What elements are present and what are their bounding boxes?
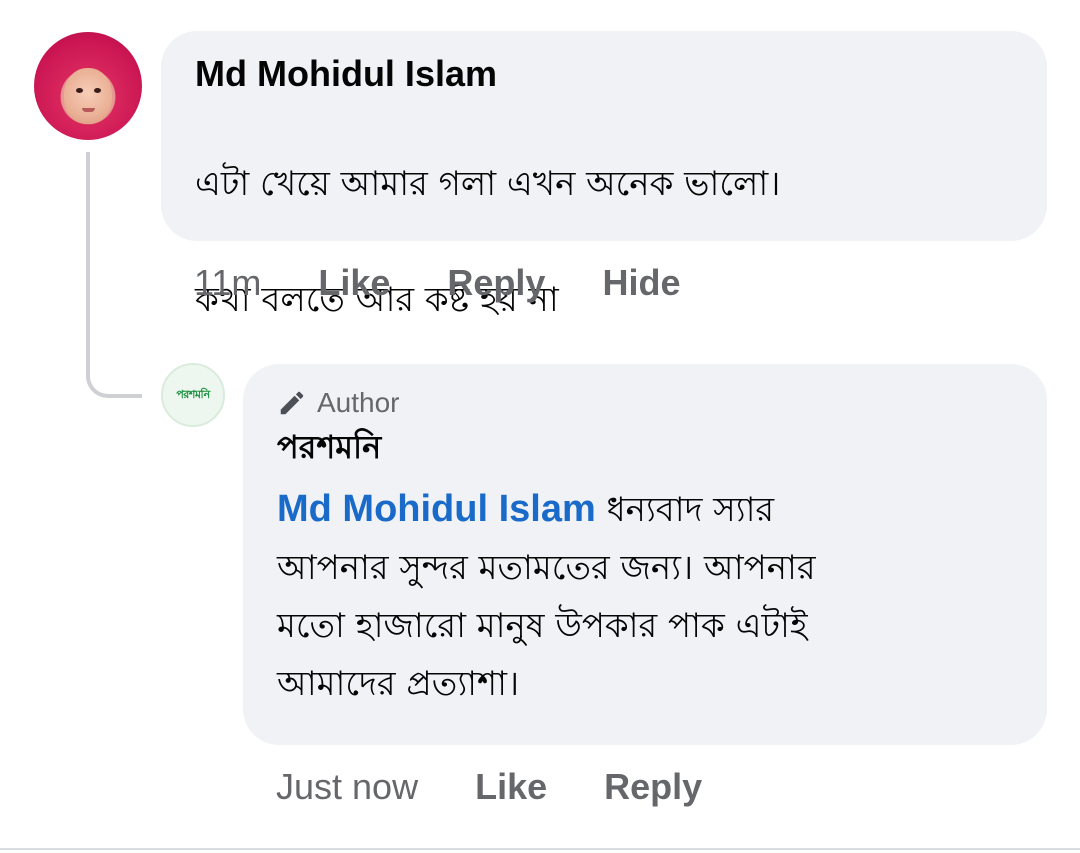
thread-connector bbox=[86, 152, 142, 398]
reply-text-line: Md Mohidul Islam ধন্যবাদ স্যার bbox=[277, 480, 1013, 539]
comment-like-button[interactable]: Like bbox=[318, 262, 390, 304]
author-badge: Author bbox=[277, 386, 1013, 420]
page-avatar[interactable]: পরশমনি bbox=[161, 363, 225, 427]
page-logo: পরশমনি bbox=[176, 387, 210, 401]
reply-text-line: আপনার সুন্দর মতামতের জন্য। আপনার bbox=[277, 548, 816, 588]
reply-author-name[interactable]: পরশমনি bbox=[277, 424, 1013, 470]
comment-bubble: Md Mohidul Islam এটা খেয়ে আমার গলা এখন … bbox=[161, 31, 1047, 320]
avatar-face bbox=[64, 68, 112, 124]
comment-text: এটা খেয়ে আমার গলা এখন অনেক ভালো। কথা বল… bbox=[195, 97, 1013, 387]
commenter-avatar[interactable] bbox=[34, 32, 142, 140]
reply-text: Md Mohidul Islam ধন্যবাদ স্যার আপনার সুন… bbox=[277, 480, 1013, 713]
comment-reply-button[interactable]: Reply bbox=[447, 262, 545, 304]
pencil-icon bbox=[280, 391, 304, 415]
comment-timestamp[interactable]: 11m bbox=[194, 262, 261, 304]
reply-text-line: মতো হাজারো মানুষ উপকার পাক এটাই bbox=[277, 606, 808, 646]
reply-text-first: ধন্যবাদ স্যার bbox=[595, 490, 775, 530]
author-badge-label: Author bbox=[317, 387, 400, 418]
comment-author-name[interactable]: Md Mohidul Islam bbox=[195, 51, 1013, 97]
mention-link[interactable]: Md Mohidul Islam bbox=[277, 488, 596, 530]
bottom-divider bbox=[0, 848, 1080, 850]
comment-text-line: এটা খেয়ে আমার গলা এখন অনেক ভালো। bbox=[195, 164, 781, 204]
reply-text-line: আমাদের প্রত্যাশা। bbox=[277, 664, 520, 704]
comment-thread: Md Mohidul Islam এটা খেয়ে আমার গলা এখন … bbox=[0, 0, 1080, 853]
reply-like-button[interactable]: Like bbox=[475, 766, 547, 808]
reply-timestamp[interactable]: Just now bbox=[276, 766, 418, 808]
comment-hide-button[interactable]: Hide bbox=[602, 262, 680, 304]
reply-actions: Just now Like Reply bbox=[276, 766, 702, 808]
comment-actions: 11m Like Reply Hide bbox=[194, 262, 680, 304]
reply-reply-button[interactable]: Reply bbox=[604, 766, 702, 808]
reply-bubble: Author পরশমনি Md Mohidul Islam ধন্যবাদ স… bbox=[243, 364, 1047, 745]
